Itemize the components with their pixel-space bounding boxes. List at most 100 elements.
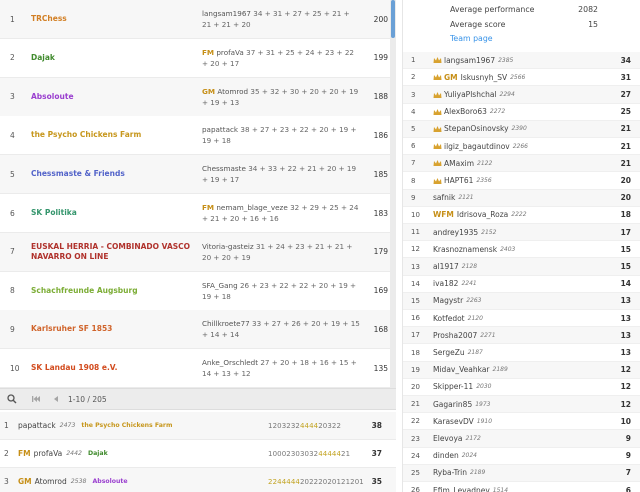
- member-name[interactable]: AMaxim: [444, 159, 474, 168]
- member-name[interactable]: KarasevDV: [433, 417, 474, 426]
- team-row[interactable]: 1 TRChess langsam1967 34 + 31 + 27 + 25 + …: [0, 0, 390, 39]
- member-row[interactable]: 19 Midav_Veahkar 2189 12: [403, 361, 640, 379]
- player-team[interactable]: Absoloute: [92, 478, 127, 485]
- member-row[interactable]: 23 Elevoya 2172 9: [403, 430, 640, 448]
- player-name[interactable]: profaVa: [34, 449, 63, 458]
- member-row[interactable]: 25 Ryba-Trin 2189 7: [403, 464, 640, 483]
- member-row[interactable]: 13 al1917 2128 15: [403, 258, 640, 276]
- member-name[interactable]: Midav_Veahkar: [433, 365, 490, 374]
- member-rank: 17: [411, 331, 420, 340]
- member-row[interactable]: 10 WFM Idrisova_Roza 2222 18: [403, 207, 640, 225]
- search-icon[interactable]: [4, 391, 20, 407]
- team-row[interactable]: 6 SK Politika FM nemam_blage_veze 32 + 29 …: [0, 194, 390, 233]
- team-name[interactable]: SK Politika: [30, 208, 202, 218]
- player-row[interactable]: 1 papattack 2473 the Psycho Chickens Farm 12…: [0, 412, 396, 440]
- member-row[interactable]: 4 AlexBoro63 2272 25: [403, 104, 640, 121]
- player-name[interactable]: langsam1967: [202, 9, 251, 18]
- player-name[interactable]: papattack: [18, 421, 56, 430]
- player-name[interactable]: papattack: [202, 125, 238, 134]
- player-team[interactable]: the Psycho Chickens Farm: [81, 422, 172, 429]
- member-row[interactable]: 5 StepanOsinovsky 2390 21: [403, 120, 640, 139]
- team-name[interactable]: Absoloute: [30, 92, 202, 102]
- team-row[interactable]: 9 Karlsruher SF 1853 Chillkroete77 33 + 27…: [0, 310, 390, 350]
- member-row[interactable]: 7 AMaxim 2122 21: [403, 155, 640, 173]
- team-row[interactable]: 7 EUSKAL HERRIA - COMBINADO VASCO NAVARRO…: [0, 232, 390, 272]
- prev-page-icon[interactable]: [48, 391, 64, 407]
- member-row[interactable]: 12 Krasnoznamensk 2403 15: [403, 241, 640, 259]
- player-name[interactable]: profaVa: [216, 48, 243, 57]
- team-row[interactable]: 5 Chessmaste & Friends Chessmaste 34 + 33 …: [0, 155, 390, 195]
- member-name[interactable]: Gagarin85: [433, 400, 472, 409]
- member-name[interactable]: AlexBoro63: [444, 107, 487, 116]
- member-row[interactable]: 3 YuliyaPlshchal 2294 27: [403, 86, 640, 104]
- member-name[interactable]: safnik: [433, 193, 455, 202]
- member-name[interactable]: iva182: [433, 279, 458, 288]
- member-name[interactable]: Iskusnyh_SV: [461, 73, 507, 82]
- member-name[interactable]: StepanOsinovsky: [444, 124, 509, 133]
- team-name[interactable]: Karlsruher SF 1853: [30, 324, 202, 334]
- member-name[interactable]: Kotfedot: [433, 314, 465, 323]
- player-team[interactable]: Dajak: [88, 450, 108, 457]
- member-name[interactable]: al1917: [433, 262, 459, 271]
- member-row[interactable]: 21 Gagarin85 1973 12: [403, 396, 640, 414]
- team-row[interactable]: 2 Dajak FM profaVa 37 + 31 + 25 + 24 + 23 …: [0, 38, 390, 78]
- member-row[interactable]: 16 Kotfedot 2120 13: [403, 310, 640, 328]
- member-name[interactable]: andrey1935: [433, 228, 478, 237]
- standings-scroll-thumb[interactable]: [391, 0, 395, 38]
- member-row[interactable]: 6 ilgiz_bagautdinov 2266 21: [403, 138, 640, 156]
- player-name[interactable]: Anke_Orschledt: [202, 358, 258, 367]
- team-name[interactable]: the Psycho Chickens Farm: [30, 130, 202, 140]
- team-page-link[interactable]: Team page: [450, 34, 493, 43]
- member-row[interactable]: 26 Efim_Levadnev 1514 6: [403, 482, 640, 492]
- member-name[interactable]: HAPT61: [444, 176, 473, 185]
- member-row[interactable]: 11 andrey1935 2152 17: [403, 224, 640, 242]
- team-name[interactable]: TRChess: [30, 14, 202, 24]
- member-row[interactable]: 14 iva182 2241 14: [403, 276, 640, 293]
- standings-scrollbar[interactable]: [390, 0, 396, 388]
- member-row[interactable]: 22 KarasevDV 1910 10: [403, 413, 640, 431]
- member-row[interactable]: 18 SergeZu 2187 13: [403, 344, 640, 362]
- team-name[interactable]: Chessmaste & Friends: [30, 169, 202, 179]
- team-row[interactable]: 8 Schachfreunde Augsburg SFA_Gang 26 + 23 …: [0, 271, 390, 311]
- player-row[interactable]: 2 FM profaVa 2442 Dajak 100023030324444421 37: [0, 440, 396, 468]
- member-row[interactable]: 1 langsam1967 2385 34: [403, 52, 640, 70]
- member-row[interactable]: 17 Prosha2007 2271 13: [403, 327, 640, 345]
- player-name[interactable]: SFA_Gang: [202, 281, 238, 290]
- player-name[interactable]: nemam_blage_veze: [216, 203, 287, 212]
- team-name[interactable]: Dajak: [30, 53, 202, 63]
- player-name[interactable]: Chillkroete77: [202, 319, 250, 328]
- member-row[interactable]: 8 HAPT61 2356 20: [403, 172, 640, 190]
- player-name[interactable]: Vitoria-gasteiz: [202, 242, 254, 251]
- member-row[interactable]: 9 safnik 2121 20: [403, 189, 640, 207]
- player-name[interactable]: Chessmaste: [202, 164, 246, 173]
- team-name[interactable]: EUSKAL HERRIA - COMBINADO VASCO NAVARRO …: [30, 242, 202, 262]
- member-row[interactable]: 20 Skipper-11 2030 12: [403, 379, 640, 397]
- player-row[interactable]: 3 GM Atomrod 2538 Absoloute 22444442022202012…: [0, 468, 396, 492]
- member-name[interactable]: ilgiz_bagautdinov: [444, 142, 510, 151]
- team-name[interactable]: SK Landau 1908 e.V.: [30, 363, 202, 373]
- team-row[interactable]: 4 the Psycho Chickens Farm papattack 38 + …: [0, 116, 390, 156]
- member-name[interactable]: Elevoya: [433, 434, 463, 443]
- team-name[interactable]: Schachfreunde Augsburg: [30, 286, 202, 296]
- member-name[interactable]: langsam1967: [444, 56, 495, 65]
- member-name[interactable]: Skipper-11: [433, 382, 473, 391]
- member-row[interactable]: 24 dinden 2024 9: [403, 448, 640, 465]
- member-name[interactable]: dinden: [433, 451, 459, 460]
- team-row[interactable]: 10 SK Landau 1908 e.V. Anke_Orschledt 27 +…: [0, 349, 390, 388]
- member-name[interactable]: Krasnoznamensk: [433, 245, 497, 254]
- member-row[interactable]: 2 GM Iskusnyh_SV 2566 31: [403, 69, 640, 87]
- member-name[interactable]: Prosha2007: [433, 331, 477, 340]
- member-name[interactable]: SergeZu: [433, 348, 465, 357]
- member-name[interactable]: Idrisova_Roza: [457, 210, 508, 219]
- team-row[interactable]: 3 Absoloute GM Atomrod 35 + 32 + 30 + 20 +…: [0, 77, 390, 117]
- player-name[interactable]: Atomrod: [35, 477, 67, 486]
- member-name[interactable]: Efim_Levadnev: [433, 486, 490, 492]
- member-name[interactable]: Ryba-Trin: [433, 468, 467, 477]
- first-page-icon[interactable]: [28, 391, 44, 407]
- member-row[interactable]: 15 Magystr 2263 13: [403, 292, 640, 311]
- player-name[interactable]: Atomrod: [217, 87, 248, 96]
- member-points: 20: [620, 193, 631, 203]
- member-name[interactable]: YuliyaPlshchal: [444, 90, 497, 99]
- average-performance-row: Average performance 2082: [450, 5, 598, 14]
- member-name[interactable]: Magystr: [433, 296, 463, 305]
